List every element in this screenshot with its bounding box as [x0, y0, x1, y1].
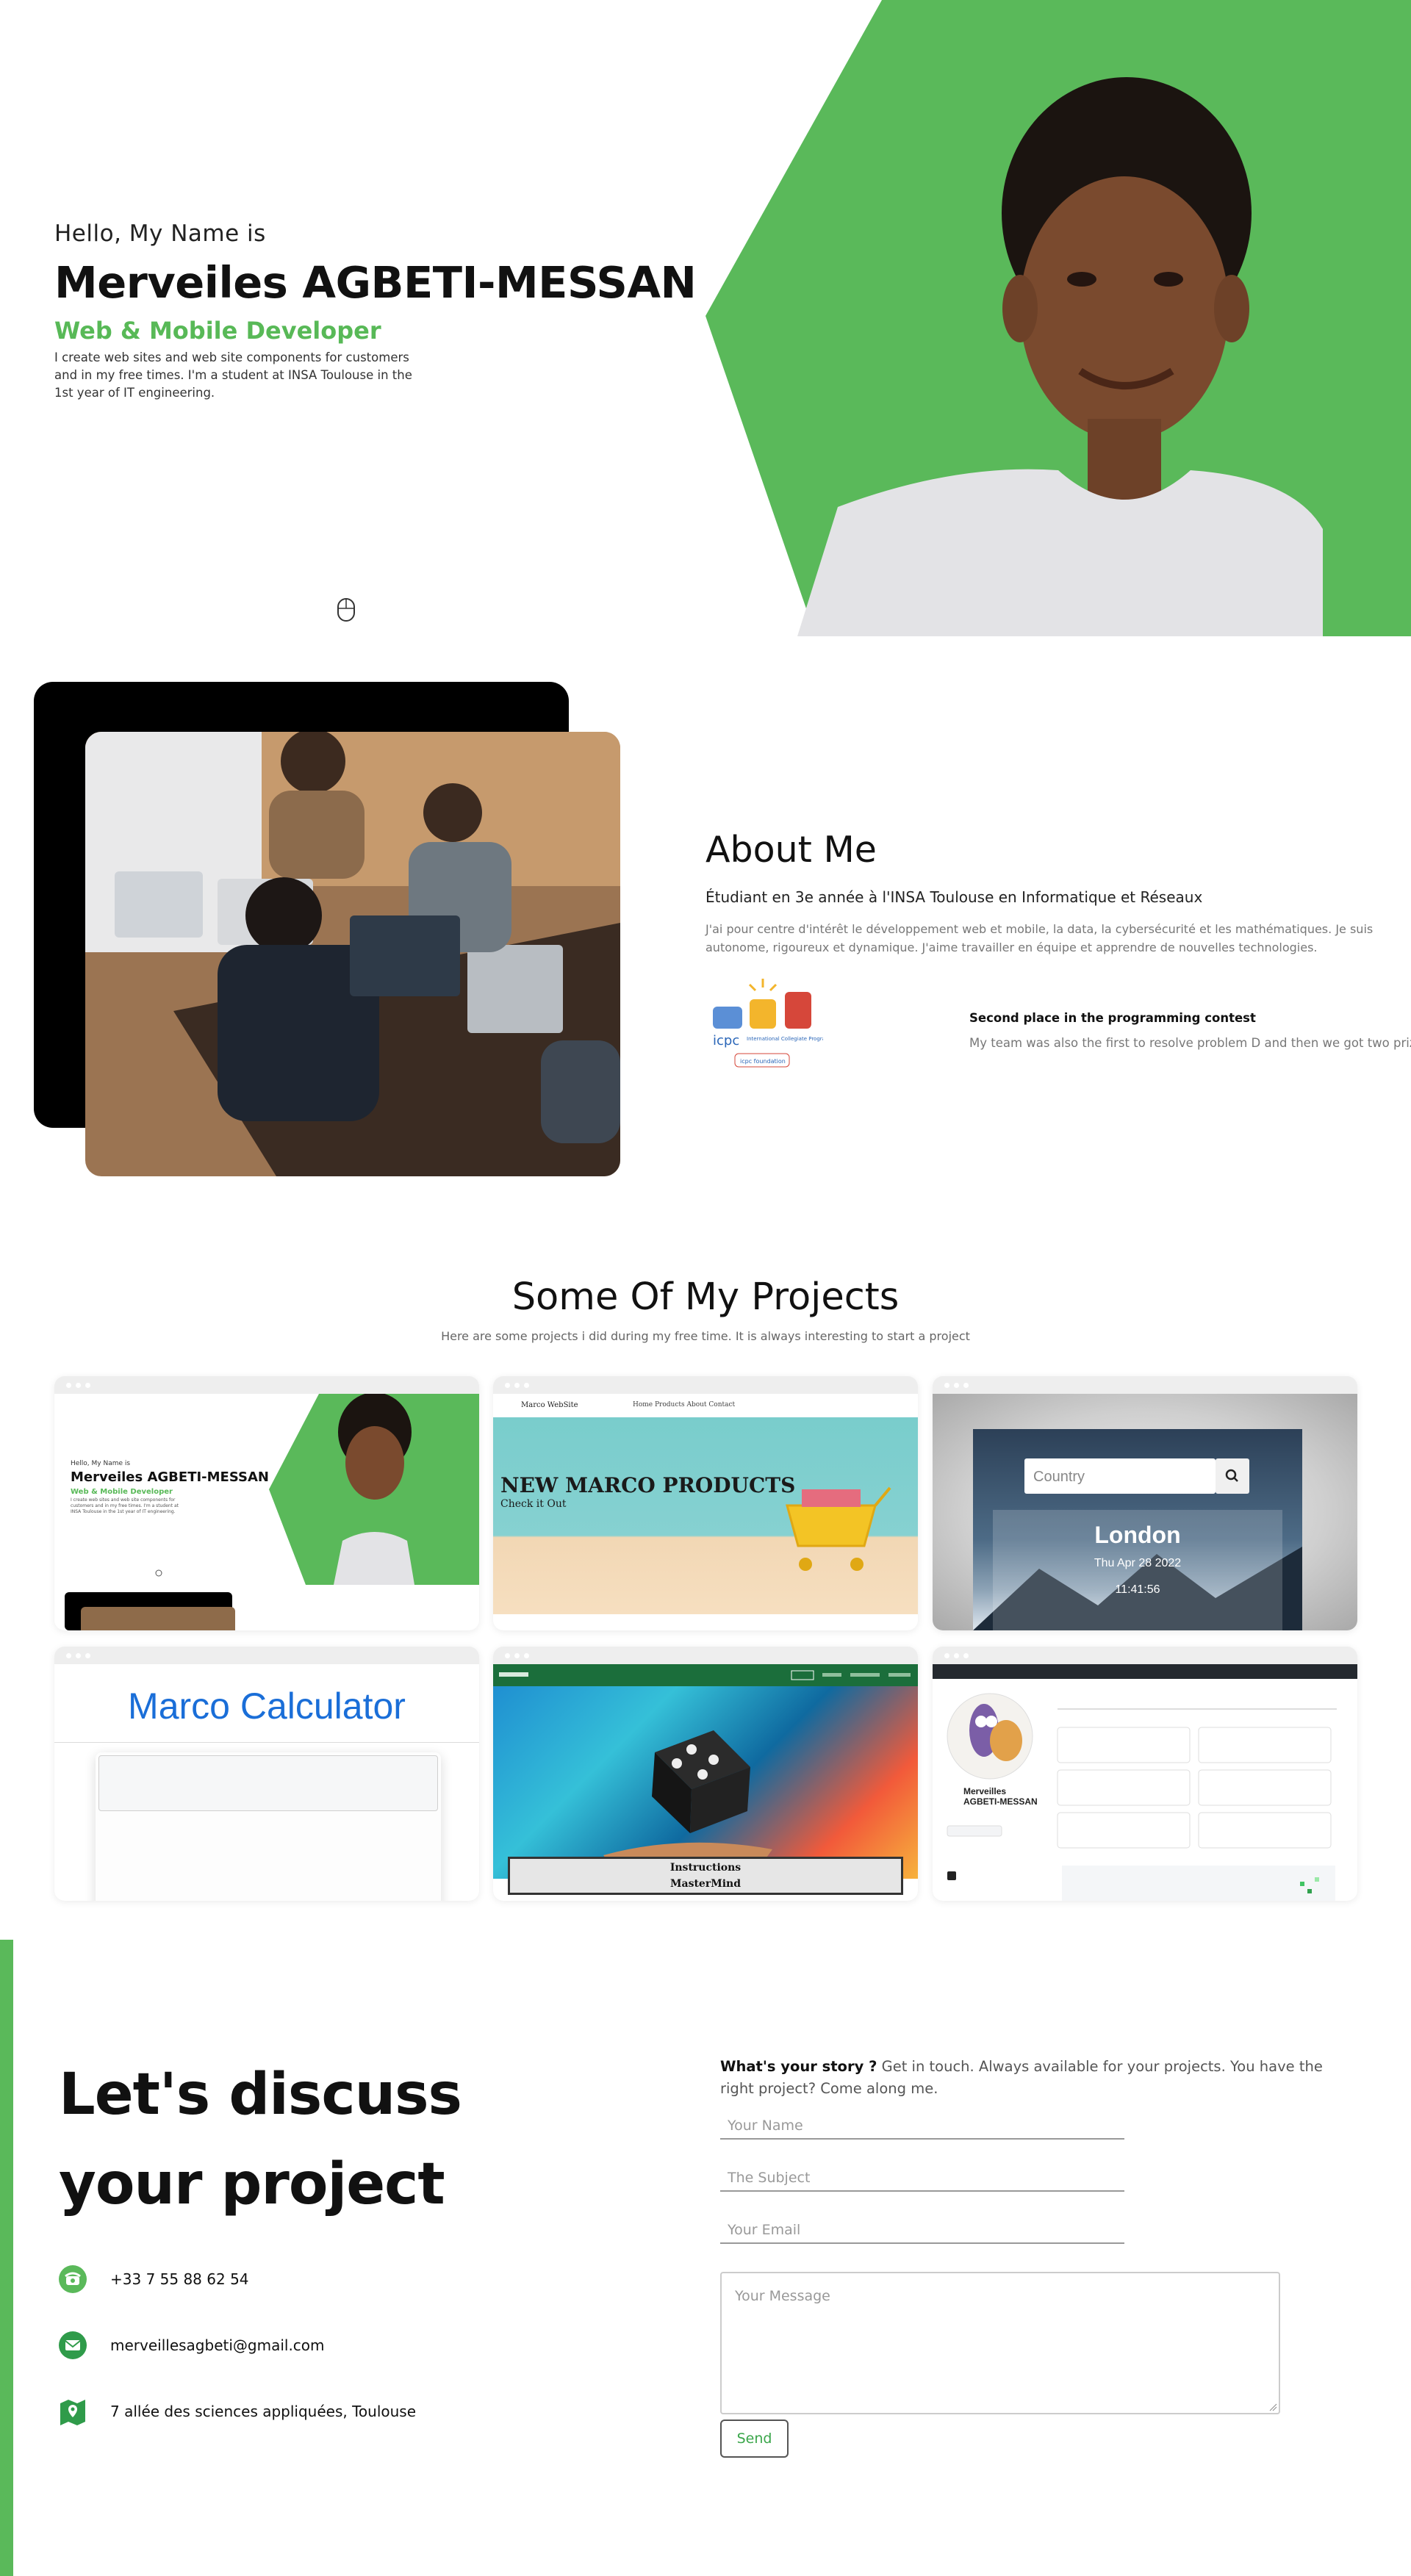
hero-description: I create web sites and web site componen…: [54, 350, 412, 400]
shopping-cart-icon: [786, 1486, 891, 1571]
github-topbar: [933, 1664, 1357, 1679]
instructions-panel: Instructions MasterMind: [508, 1857, 903, 1895]
project-card-marco-website[interactable]: Marco WebSite Home Products About Contac…: [493, 1376, 918, 1630]
portfolio-greeting: Hello, My Name is: [71, 1460, 131, 1467]
contact-address: 7 allée des sciences appliquées, Toulous…: [59, 2397, 416, 2425]
about-photo: [85, 732, 620, 1176]
svg-text:International Collegiate Progr: International Collegiate Programming Con…: [747, 1036, 823, 1042]
contact-title-line-2: your project: [59, 2151, 445, 2217]
hero-section: Hello, My Name is Merveiles AGBETI-MESSA…: [0, 0, 1411, 636]
browser-bar: [54, 1647, 479, 1664]
weather-city: London: [1094, 1522, 1181, 1548]
marco-headline: NEW MARCO PRODUCTS: [500, 1473, 796, 1497]
contact-email: merveillesagbeti@gmail.com: [59, 2331, 325, 2359]
send-button[interactable]: Send: [720, 2420, 789, 2458]
portfolio-preview-text: Hello, My Name is Merveiles AGBETI-MESSA…: [71, 1460, 269, 1515]
contact-title-line-1: Let's discuss: [59, 2062, 462, 2128]
browser-bar: [493, 1376, 918, 1394]
weather-panel: Country London Thu Apr 28 2022 11:41:56: [973, 1429, 1302, 1630]
search-button[interactable]: [1216, 1458, 1249, 1494]
portfolio-name: Merveiles AGBETI-MESSAN: [71, 1469, 269, 1485]
browser-bar: [493, 1647, 918, 1664]
calculator-title: Marco Calculator: [128, 1685, 406, 1727]
contact-accent-bar: [0, 1940, 13, 2576]
calculator-divider: [54, 1742, 479, 1743]
resize-grip-icon[interactable]: [1268, 2403, 1277, 2411]
weather-time: 11:41:56: [1115, 1583, 1160, 1596]
phone-icon: [59, 2265, 87, 2293]
contact-phone: +33 7 55 88 62 54: [59, 2265, 249, 2293]
hero-role: Web & Mobile Developer: [54, 317, 381, 345]
message-placeholder: Your Message: [735, 2288, 830, 2304]
svg-text:icpc foundation: icpc foundation: [740, 1058, 786, 1065]
marco-hero: NEW MARCO PRODUCTS Check it Out: [493, 1417, 918, 1614]
github-username: Merveilles AGBETI-MESSAN: [963, 1786, 1038, 1807]
search-icon: [1225, 1469, 1238, 1482]
calculator-display: [98, 1755, 438, 1811]
phone-number[interactable]: +33 7 55 88 62 54: [110, 2270, 249, 2288]
about-description: J'ai pour centre d'intérêt le développem…: [706, 922, 1374, 954]
dice-scene: [493, 1686, 918, 1879]
marco-navbar: Marco WebSite Home Products About Contac…: [493, 1394, 918, 1417]
award-title: Second place in the programming contest: [969, 1011, 1256, 1025]
projects-subtitle: Here are some projects i did during my f…: [441, 1329, 970, 1343]
project-card-github[interactable]: Merveilles AGBETI-MESSAN: [933, 1647, 1357, 1901]
hero-greeting: Hello, My Name is: [54, 220, 266, 247]
project-card-mastermind[interactable]: Instructions MasterMind: [493, 1647, 918, 1901]
portfolio-role: Web & Mobile Developer: [71, 1488, 173, 1496]
browser-bar: [54, 1376, 479, 1394]
award-description: My team was also the first to resolve pr…: [969, 1036, 1411, 1050]
marco-nav-links: Home Products About Contact: [633, 1401, 736, 1408]
name-input[interactable]: Your Name: [720, 2107, 1124, 2140]
contact-title: Let's discuss your project: [59, 2050, 573, 2229]
marco-brand: Marco WebSite: [521, 1401, 578, 1409]
email-address[interactable]: merveillesagbeti@gmail.com: [110, 2336, 325, 2354]
postal-address: 7 allée des sciences appliquées, Toulous…: [110, 2403, 417, 2420]
about-subtitle: Étudiant en 3e année à l'INSA Toulouse e…: [706, 888, 1203, 906]
subject-input[interactable]: The Subject: [720, 2159, 1124, 2192]
icpc-logo: icpc International Collegiate Programmin…: [713, 979, 823, 1068]
instructions-heading: Instructions: [669, 1862, 742, 1874]
country-search-input[interactable]: Country: [1024, 1458, 1216, 1494]
marco-cta: Check it Out: [500, 1498, 567, 1510]
scroll-mouse-icon[interactable]: [337, 597, 356, 622]
projects-title: Some Of My Projects: [511, 1276, 900, 1319]
hero-intro: Hello, My Name is Merveiles AGBETI-MESSA…: [54, 220, 716, 402]
weather-date: Thu Apr 28 2022: [1094, 1557, 1182, 1569]
mastermind-heading: MasterMind: [670, 1878, 741, 1890]
email-input[interactable]: Your Email: [720, 2212, 1124, 2244]
browser-bar: [933, 1376, 1357, 1394]
mastermind-navbar: [493, 1664, 918, 1686]
about-title: About Me: [706, 829, 877, 871]
contact-story: What's your story ? Get in touch. Always…: [720, 2056, 1323, 2100]
message-textarea[interactable]: Your Message: [720, 2272, 1280, 2414]
svg-text:icpc: icpc: [713, 1033, 739, 1048]
dice-icon: [603, 1730, 772, 1874]
browser-bar: [933, 1647, 1357, 1664]
portfolio-desc: I create web sites and web site componen…: [71, 1497, 179, 1514]
project-card-portfolio[interactable]: Hello, My Name is Merveiles AGBETI-MESSA…: [54, 1376, 479, 1630]
project-card-weather-app[interactable]: Country London Thu Apr 28 2022 11:41:56: [933, 1376, 1357, 1630]
map-icon: [60, 2400, 85, 2425]
hero-name: Merveiles AGBETI-MESSAN: [54, 257, 697, 308]
email-icon: [59, 2331, 87, 2359]
story-heading: What's your story ?: [720, 2058, 877, 2075]
project-card-calculator[interactable]: Marco Calculator: [54, 1647, 479, 1901]
